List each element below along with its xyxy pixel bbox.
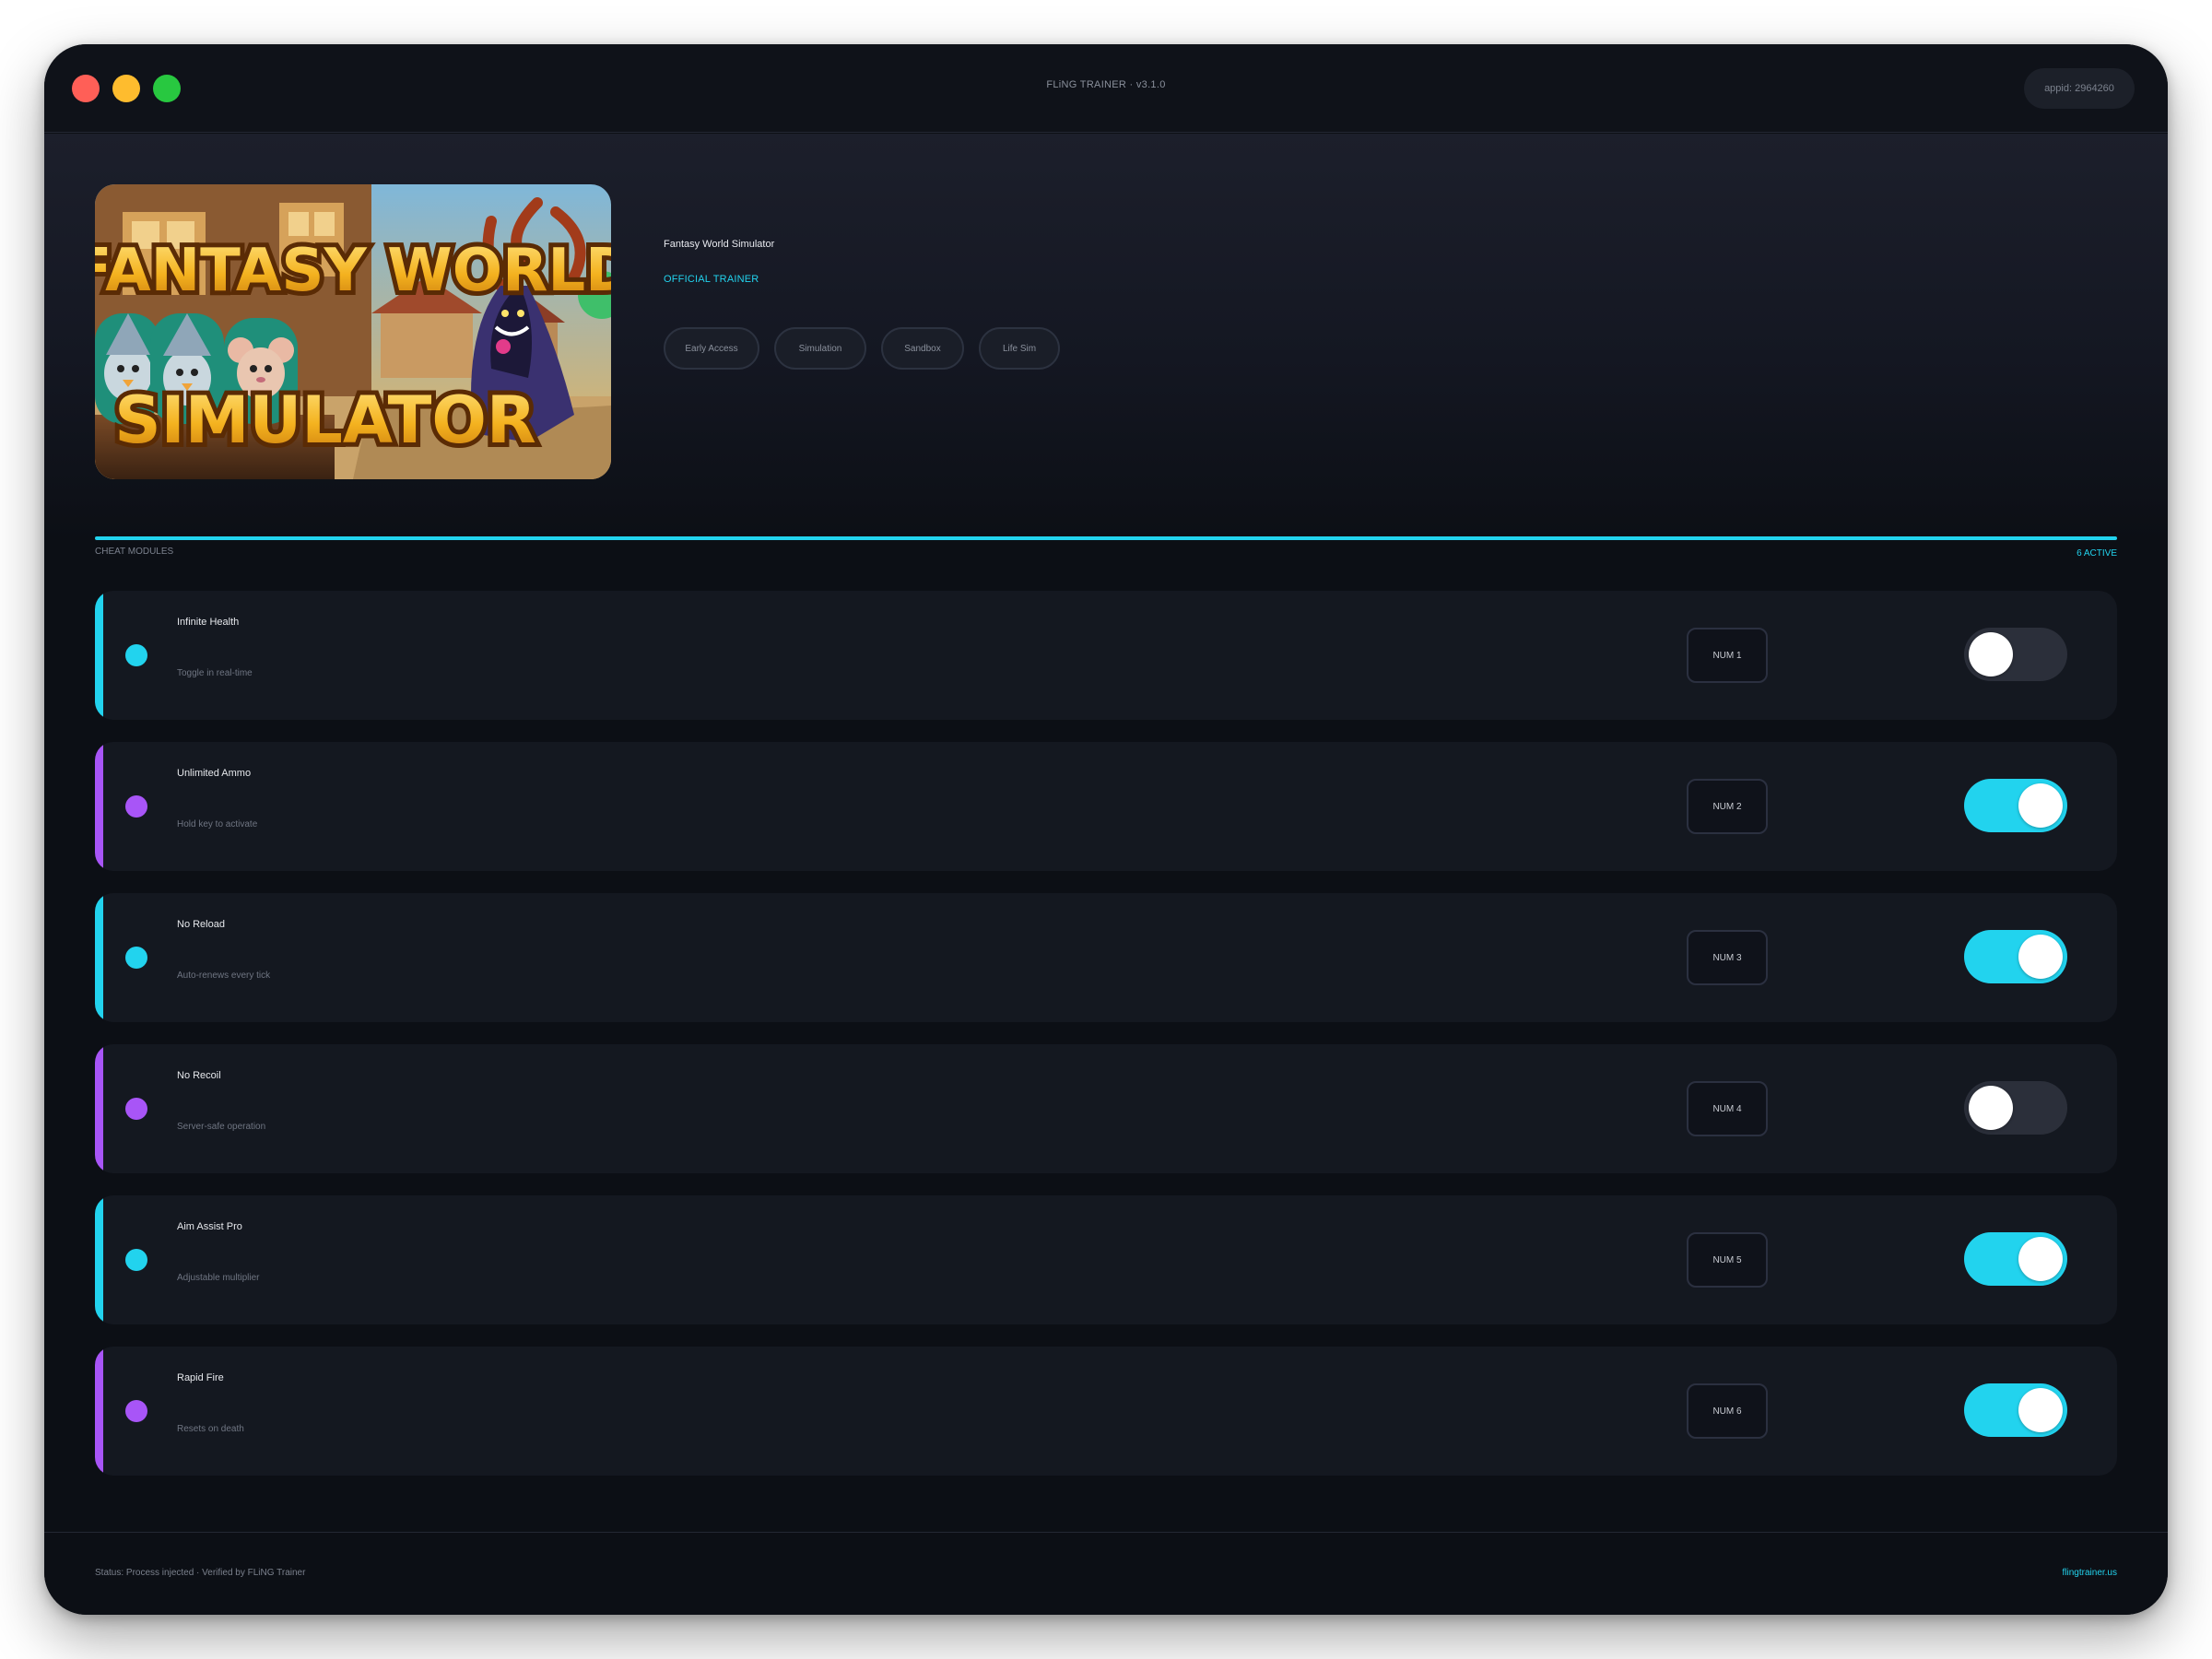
module-row-0: Infinite Health Toggle in real-time NUM … — [95, 591, 2117, 720]
module-name: Aim Assist Pro — [177, 1221, 242, 1232]
module-toggle[interactable] — [1964, 1232, 2067, 1286]
module-name: Rapid Fire — [177, 1372, 224, 1383]
module-description: Server-safe operation — [177, 1122, 266, 1132]
module-row-3: No Recoil Server-safe operation NUM 4 — [95, 1044, 2117, 1173]
module-name: Infinite Health — [177, 617, 240, 628]
game-header: FANTASY WORLD FANTASY WORLD SIMULATOR SI… — [44, 134, 2168, 539]
cheat-module-list: Infinite Health Toggle in real-time NUM … — [95, 591, 2117, 1498]
active-count: 6 ACTIVE — [2077, 548, 2117, 559]
module-accent-bar — [95, 1044, 103, 1173]
hotkey-badge[interactable]: NUM 4 — [1687, 1081, 1768, 1136]
tag-sandbox[interactable]: Sandbox — [881, 327, 964, 370]
game-title: Fantasy World Simulator — [664, 239, 775, 250]
module-description: Toggle in real-time — [177, 668, 253, 678]
hotkey-badge[interactable]: NUM 1 — [1687, 628, 1768, 683]
toggle-knob — [1969, 632, 2013, 677]
module-toggle[interactable] — [1964, 1081, 2067, 1135]
module-toggle[interactable] — [1964, 628, 2067, 681]
module-row-2: No Reload Auto-renews every tick NUM 3 — [95, 893, 2117, 1022]
module-accent-bar — [95, 893, 103, 1022]
module-accent-bar — [95, 1195, 103, 1324]
cover-title-line1: FANTASY WORLD — [95, 237, 611, 305]
tag-life-sim[interactable]: Life Sim — [979, 327, 1060, 370]
status-dot-icon — [125, 1249, 147, 1271]
toggle-knob — [2018, 1237, 2063, 1281]
status-dot-icon — [125, 1400, 147, 1422]
module-row-5: Rapid Fire Resets on death NUM 6 — [95, 1347, 2117, 1476]
tag-early-access[interactable]: Early Access — [664, 327, 759, 370]
status-dot-icon — [125, 947, 147, 969]
hotkey-badge[interactable]: NUM 5 — [1687, 1232, 1768, 1288]
hotkey-badge[interactable]: NUM 2 — [1687, 779, 1768, 834]
appid-badge: appid: 2964260 — [2024, 68, 2135, 109]
module-toggle[interactable] — [1964, 1383, 2067, 1437]
status-bar: Status: Process injected · Verified by F… — [44, 1532, 2168, 1615]
module-row-1: Unlimited Ammo Hold key to activate NUM … — [95, 742, 2117, 871]
module-description: Resets on death — [177, 1424, 244, 1434]
status-dot-icon — [125, 644, 147, 666]
module-description: Adjustable multiplier — [177, 1273, 260, 1283]
title-bar: FLiNG TRAINER · v3.1.0 appid: 2964260 — [44, 44, 2168, 133]
tag-simulation[interactable]: Simulation — [774, 327, 866, 370]
official-trainer-label: OFFICIAL TRAINER — [664, 274, 759, 285]
hotkey-badge[interactable]: NUM 3 — [1687, 930, 1768, 985]
module-accent-bar — [95, 591, 103, 720]
toggle-knob — [1969, 1086, 2013, 1130]
status-text: Status: Process injected · Verified by F… — [95, 1568, 306, 1578]
website-link[interactable]: flingtrainer.us — [2063, 1568, 2117, 1578]
toggle-knob — [2018, 935, 2063, 979]
module-description: Auto-renews every tick — [177, 971, 271, 981]
module-toggle[interactable] — [1964, 930, 2067, 983]
module-name: Unlimited Ammo — [177, 768, 252, 779]
toggle-knob — [2018, 783, 2063, 828]
window-title: FLiNG TRAINER · v3.1.0 — [1046, 79, 1166, 90]
status-dot-icon — [125, 795, 147, 818]
module-name: No Recoil — [177, 1070, 221, 1081]
status-dot-icon — [125, 1098, 147, 1120]
genre-tags: Early Access Simulation Sandbox Life Sim — [664, 327, 1060, 370]
module-description: Hold key to activate — [177, 819, 258, 830]
cover-title-line2: SIMULATOR — [114, 382, 535, 458]
module-accent-bar — [95, 742, 103, 871]
module-toggle[interactable] — [1964, 779, 2067, 832]
trainer-window: FLiNG TRAINER · v3.1.0 appid: 2964260 FA… — [44, 44, 2168, 1615]
module-row-4: Aim Assist Pro Adjustable multiplier NUM… — [95, 1195, 2117, 1324]
module-accent-bar — [95, 1347, 103, 1476]
game-cover-art: FANTASY WORLD FANTASY WORLD SIMULATOR SI… — [95, 184, 611, 479]
module-name: No Reload — [177, 919, 225, 930]
hotkey-badge[interactable]: NUM 6 — [1687, 1383, 1768, 1439]
cheat-modules-heading: CHEAT MODULES — [95, 547, 174, 557]
toggle-knob — [2018, 1388, 2063, 1432]
section-divider — [95, 536, 2117, 540]
